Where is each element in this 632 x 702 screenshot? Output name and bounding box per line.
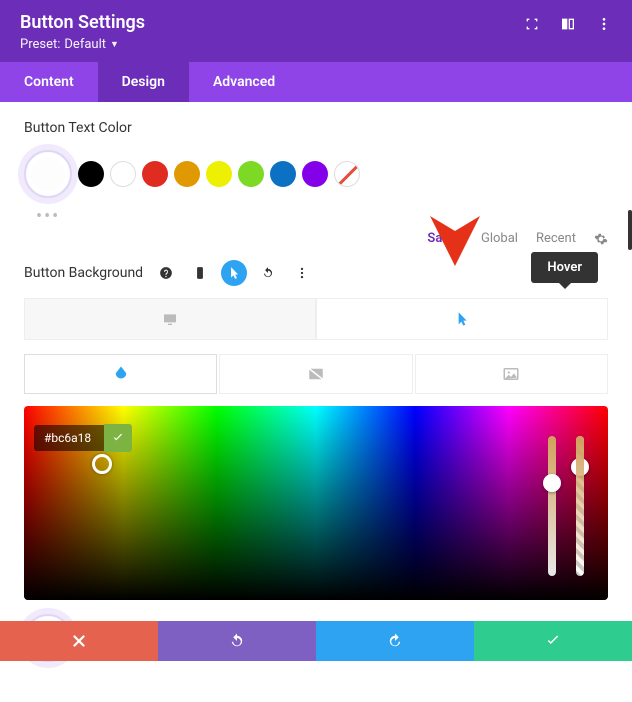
preset-value: Default <box>64 37 106 52</box>
page-title: Button Settings <box>20 12 145 33</box>
palette-recent-link[interactable]: Recent <box>536 231 576 246</box>
color-swatch[interactable] <box>238 161 264 187</box>
state-tabs <box>24 298 608 340</box>
alpha-slider[interactable] <box>576 436 584 576</box>
reset-icon[interactable] <box>255 260 281 286</box>
more-vertical-icon[interactable] <box>289 260 315 286</box>
color-swatch[interactable] <box>334 161 360 187</box>
current-text-color[interactable] <box>24 150 72 198</box>
text-color-swatches <box>24 150 608 198</box>
hex-chip <box>34 424 132 452</box>
main-tabs: Content Design Advanced <box>0 62 632 102</box>
header-left: Button Settings Preset: Default ▼ <box>20 12 145 52</box>
preset-selector[interactable]: Preset: Default ▼ <box>20 37 145 52</box>
chevron-down-icon: ▼ <box>110 39 119 50</box>
preset-label: Preset: <box>20 37 60 52</box>
color-swatch[interactable] <box>142 161 168 187</box>
bg-type-color[interactable] <box>24 354 217 394</box>
cancel-button[interactable] <box>0 621 158 661</box>
scrollbar-thumb[interactable] <box>628 210 632 250</box>
background-label: Button Background <box>24 265 143 281</box>
picker-cursor[interactable] <box>92 454 112 474</box>
settings-header: Button Settings Preset: Default ▼ <box>0 0 632 62</box>
color-swatch[interactable] <box>110 161 136 187</box>
bg-type-gradient[interactable] <box>219 354 412 394</box>
state-tab-default[interactable] <box>24 298 316 340</box>
save-button[interactable] <box>474 621 632 661</box>
hover-tooltip: Hover <box>531 252 598 283</box>
current-text-color-inner <box>31 157 65 191</box>
hover-cursor-icon[interactable] <box>221 260 247 286</box>
color-swatch[interactable] <box>206 161 232 187</box>
background-controls <box>153 260 315 286</box>
more-vertical-icon[interactable] <box>596 16 612 32</box>
hex-confirm-button[interactable] <box>104 424 132 452</box>
columns-icon[interactable] <box>560 16 576 32</box>
header-actions <box>524 16 612 32</box>
background-label-row: Button Background <box>24 260 608 286</box>
undo-button[interactable] <box>158 621 316 661</box>
alpha-slider-handle[interactable] <box>571 458 589 476</box>
help-icon[interactable] <box>153 260 179 286</box>
expand-icon[interactable] <box>524 16 540 32</box>
gear-icon[interactable] <box>594 232 608 246</box>
text-color-label: Button Text Color <box>24 120 608 136</box>
phone-icon[interactable] <box>187 260 213 286</box>
hue-slider-handle[interactable] <box>543 474 561 492</box>
hue-slider[interactable] <box>548 436 556 576</box>
color-swatch[interactable] <box>302 161 328 187</box>
redo-button[interactable] <box>316 621 474 661</box>
tab-design[interactable]: Design <box>98 62 189 102</box>
color-picker[interactable] <box>24 406 608 600</box>
tab-content[interactable]: Content <box>0 62 98 102</box>
palette-filter-row: Saved Global Recent <box>24 231 608 246</box>
color-swatch[interactable] <box>174 161 200 187</box>
content-area: Button Text Color ••• Saved Global Recen… <box>0 102 632 702</box>
palette-saved-link[interactable]: Saved <box>427 231 463 246</box>
color-swatch[interactable] <box>270 161 296 187</box>
bg-type-image[interactable] <box>415 354 608 394</box>
color-swatch[interactable] <box>78 161 104 187</box>
palette-global-link[interactable]: Global <box>481 231 518 246</box>
more-horizontal-icon[interactable]: ••• <box>36 206 608 227</box>
hex-input[interactable] <box>34 425 104 451</box>
footer-actions <box>0 621 632 661</box>
state-tab-hover[interactable] <box>316 298 608 340</box>
tab-advanced[interactable]: Advanced <box>189 62 299 102</box>
background-type-tabs <box>24 354 608 394</box>
